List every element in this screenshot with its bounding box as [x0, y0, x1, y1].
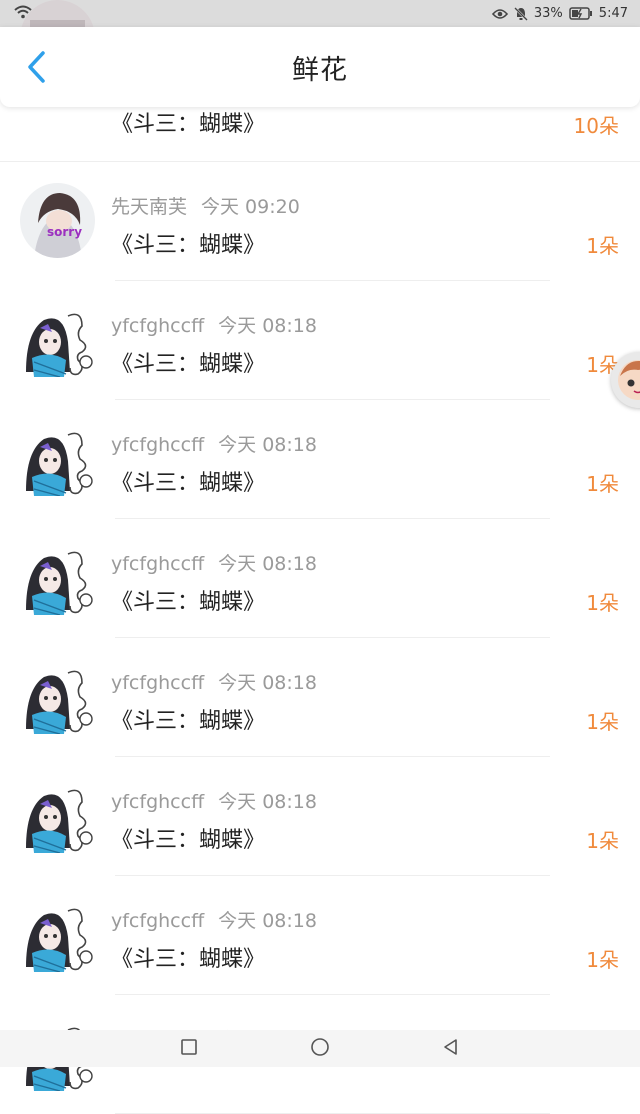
flower-count: 1朵: [586, 230, 619, 259]
back-triangle-icon[interactable]: [442, 1038, 460, 1060]
item-title: 《斗三：蝴蝶》: [111, 941, 265, 973]
avatar: [20, 897, 95, 972]
list-item[interactable]: yfcfghccff 今天 08:18 《斗三：蝴蝶》 1朵: [0, 400, 640, 519]
list-item[interactable]: sorry 先天南芙今天 09:20 《斗三：蝴蝶》 1朵: [0, 162, 640, 281]
avatar: [20, 778, 95, 853]
item-meta: yfcfghccff 今天 08:18: [111, 430, 317, 457]
avatar: [20, 421, 95, 496]
flower-count: 10朵: [574, 110, 619, 139]
list-item[interactable]: yfcfghccff 今天 08:18 《斗三：蝴蝶》 1朵: [0, 876, 640, 995]
flower-count: 1朵: [586, 825, 619, 854]
item-title: 《斗三：蝴蝶》: [111, 346, 265, 378]
avatar-caption: sorry: [47, 225, 82, 239]
item-title: 《斗三：蝴蝶》: [111, 703, 265, 735]
item-title: 《斗三：蝴蝶》: [111, 465, 265, 497]
flower-count: 1朵: [586, 944, 619, 973]
list-item[interactable]: yfcfghccff今天 08:18《斗三：蝴蝶》1朵: [0, 281, 640, 400]
list-item[interactable]: yfcfghccff 今天 08:18 《斗三：蝴蝶》 1朵: [0, 638, 640, 757]
timestamp: 今天 08:18: [218, 791, 317, 813]
recents-square-icon[interactable]: [180, 1038, 198, 1060]
avatar-face-icon: [616, 358, 640, 402]
username[interactable]: yfcfghccff: [111, 910, 204, 932]
username[interactable]: yfcfghccff: [111, 434, 204, 456]
item-meta: yfcfghccff 今天 08:18: [111, 787, 317, 814]
back-button[interactable]: [18, 49, 54, 85]
username[interactable]: yfcfghccff: [111, 672, 204, 694]
home-circle-icon[interactable]: [310, 1037, 330, 1061]
list-item[interactable]: yfcfghccff 今天 08:18 《斗三：蝴蝶》 1朵: [0, 757, 640, 876]
floating-assistant-button[interactable]: [611, 352, 640, 408]
timestamp: 今天 08:18: [218, 910, 317, 932]
avatar: [20, 659, 95, 734]
header-bar: 鲜花: [0, 27, 640, 107]
avatar: sorry: [20, 183, 95, 258]
item-meta: yfcfghccff 今天 08:18: [111, 311, 317, 338]
flower-count: 1朵: [586, 587, 619, 616]
username[interactable]: yfcfghccff: [111, 553, 204, 575]
flower-count: 1朵: [586, 468, 619, 497]
username[interactable]: yfcfghccff: [111, 791, 204, 813]
timestamp: 今天 08:18: [218, 672, 317, 694]
username[interactable]: yfcfghccff: [111, 315, 204, 337]
item-meta: yfcfghccff 今天 08:18: [111, 906, 317, 933]
timestamp: 今天 08:18: [218, 553, 317, 575]
item-title: 《斗三：蝴蝶》: [111, 584, 265, 616]
item-meta: yfcfghccff 今天 08:18: [111, 668, 317, 695]
timestamp: 今天 08:18: [218, 315, 317, 337]
timestamp: 今天 09:20: [201, 196, 300, 218]
avatar: [20, 540, 95, 615]
chevron-left-icon: [25, 50, 47, 84]
avatar: [20, 302, 95, 377]
item-meta: yfcfghccff 今天 08:18: [111, 549, 317, 576]
item-title: 《斗三：蝴蝶》: [111, 106, 265, 138]
item-title: 《斗三：蝴蝶》: [111, 227, 265, 259]
list-item[interactable]: yfcfghccff 今天 08:18 《斗三：蝴蝶》 1朵: [0, 519, 640, 638]
system-nav-bar: [0, 1030, 640, 1067]
page-title: 鲜花: [292, 48, 348, 87]
timestamp: 今天 08:18: [218, 434, 317, 456]
username[interactable]: 先天南芙: [111, 196, 187, 218]
item-title: 《斗三：蝴蝶》: [111, 822, 265, 854]
flower-count: 1朵: [586, 706, 619, 735]
item-meta: 先天南芙今天 09:20: [111, 192, 300, 219]
